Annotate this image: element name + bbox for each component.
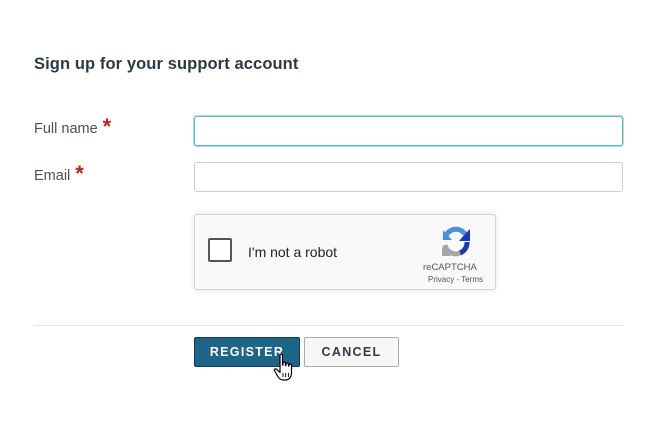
signup-page: Sign up for your support account Full na… — [0, 0, 663, 426]
hand-cursor-icon — [273, 353, 293, 381]
full-name-input[interactable] — [194, 116, 623, 146]
divider — [34, 325, 624, 326]
required-asterisk: * — [75, 161, 84, 186]
recaptcha-widget: I'm not a robot reCAPTCHA Privacy - Term… — [194, 214, 496, 290]
cancel-button[interactable]: CANCEL — [304, 337, 399, 367]
recaptcha-links: Privacy - Terms — [428, 275, 483, 284]
email-label: Email * — [34, 161, 84, 186]
recaptcha-checkbox-label: I'm not a robot — [248, 244, 338, 260]
full-name-label: Full name * — [34, 114, 112, 139]
recaptcha-logo-icon — [442, 226, 470, 257]
required-asterisk: * — [102, 114, 112, 139]
privacy-link[interactable]: Privacy — [428, 275, 454, 284]
email-input[interactable] — [194, 162, 623, 192]
full-name-label-text: Full name — [34, 121, 98, 137]
email-label-text: Email — [34, 168, 71, 184]
recaptcha-checkbox[interactable] — [208, 238, 232, 262]
terms-link[interactable]: Terms — [461, 275, 483, 284]
page-title: Sign up for your support account — [34, 55, 299, 73]
recaptcha-brand: reCAPTCHA — [423, 262, 477, 273]
